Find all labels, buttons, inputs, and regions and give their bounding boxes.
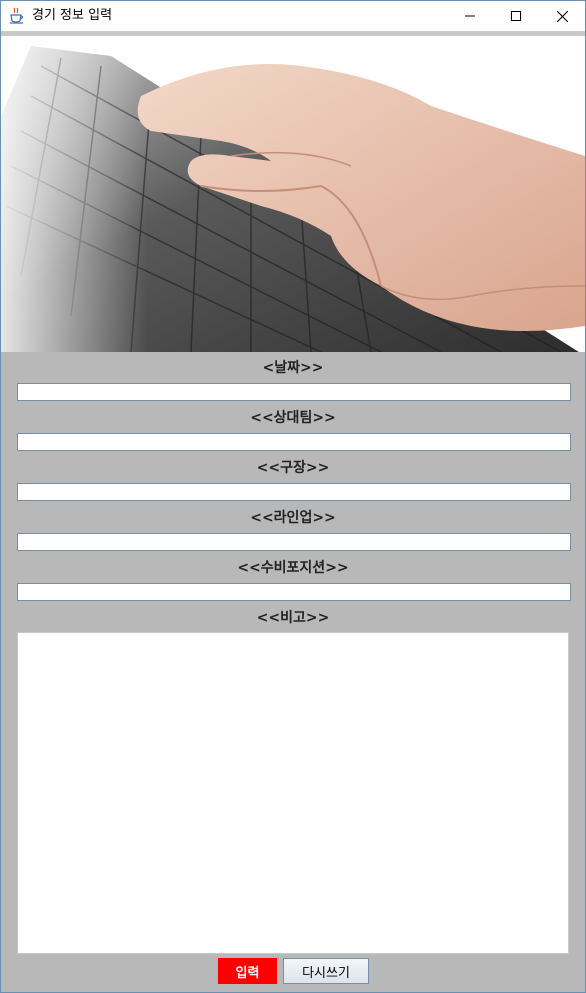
stadium-input[interactable] xyxy=(17,483,571,501)
opponent-input[interactable] xyxy=(17,433,571,451)
maximize-button[interactable] xyxy=(493,1,539,31)
minimize-icon xyxy=(465,15,475,17)
app-window: 경기 정보 입력 <날짜>> <<상대팀>> <<구장>> <<라인업>> <<… xyxy=(0,0,586,993)
window-title: 경기 정보 입력 xyxy=(32,8,113,23)
maximize-icon xyxy=(511,11,521,21)
reset-button[interactable]: 다시쓰기 xyxy=(283,958,369,984)
close-button[interactable] xyxy=(539,1,585,31)
date-label: <날짜>> xyxy=(262,360,324,376)
notes-textarea[interactable] xyxy=(17,632,569,954)
close-icon xyxy=(556,10,568,22)
stadium-label: <<구장>> xyxy=(256,460,330,476)
lineup-label: <<라인업>> xyxy=(250,510,336,526)
submit-button[interactable]: 입력 xyxy=(218,958,277,984)
position-input[interactable] xyxy=(17,583,571,601)
date-input[interactable] xyxy=(17,383,571,401)
notes-label: <<비고>> xyxy=(256,610,330,626)
minimize-button[interactable] xyxy=(447,1,493,31)
title-bar[interactable]: 경기 정보 입력 xyxy=(1,1,585,31)
lineup-input[interactable] xyxy=(17,533,571,551)
opponent-label: <<상대팀>> xyxy=(250,410,336,426)
java-cup-icon xyxy=(9,7,25,25)
keyboard-typing-image xyxy=(1,36,585,352)
position-label: <<수비포지션>> xyxy=(237,560,349,576)
